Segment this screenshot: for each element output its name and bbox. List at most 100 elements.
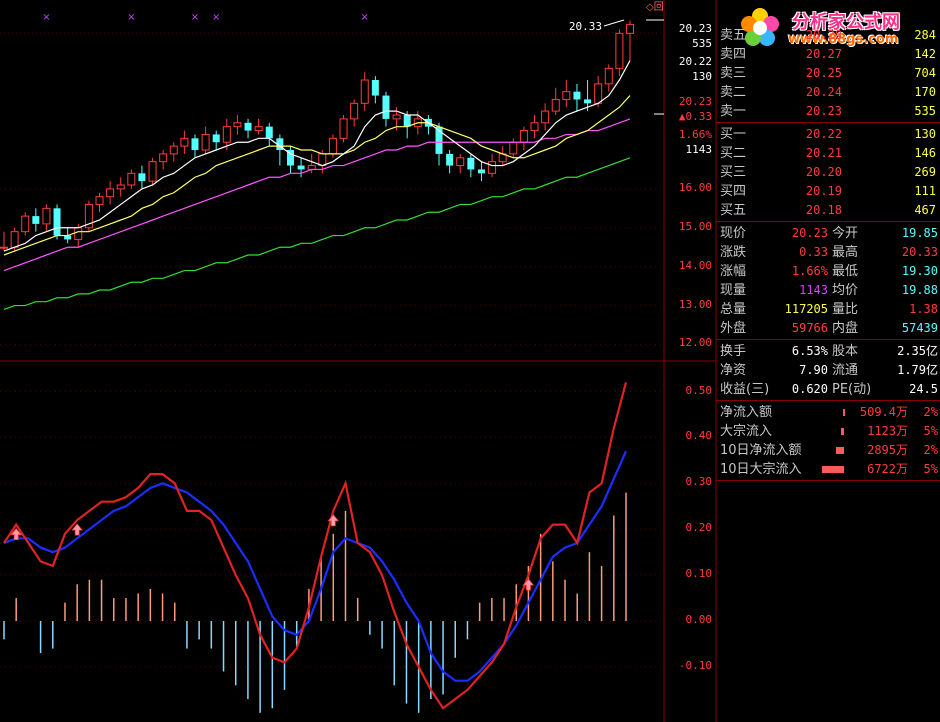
stat-value: 59766 xyxy=(791,321,828,335)
candle-body-down xyxy=(573,91,581,100)
fund-value: 7.90 xyxy=(799,363,828,377)
order-label: 买四 xyxy=(720,184,747,199)
order-book-sell-row[interactable]: 卖一 20.23 535 xyxy=(716,102,940,121)
order-label: 买五 xyxy=(720,203,747,218)
order-book-buy-row[interactable]: 买四 20.19 111 xyxy=(716,182,940,201)
flow-percent: 5% xyxy=(923,424,938,438)
fund-label: 净资 xyxy=(720,363,747,378)
candle-body-down xyxy=(53,208,61,236)
candle-body-down xyxy=(138,173,146,182)
indicator-axis-tick: 0.50 xyxy=(685,383,713,397)
candle-body-up xyxy=(318,153,327,167)
price-axis-label: 20.23 xyxy=(678,22,712,35)
stat-label: 量比 xyxy=(832,302,859,317)
indicator-axis-tick: 0.00 xyxy=(685,613,713,627)
order-volume: 704 xyxy=(914,66,936,80)
stat-label: 今开 xyxy=(832,226,859,241)
stats-row[interactable]: 涨跌 0.33 最高 20.33 xyxy=(716,243,940,262)
order-book-sell-row[interactable]: 卖五 20.28 284 xyxy=(716,26,940,45)
candle-body-up xyxy=(488,161,497,174)
fund-label: 股本 xyxy=(832,344,859,359)
candle-body-down xyxy=(467,157,475,170)
fundamentals-row[interactable]: 净资 7.90 流通 1.79亿 xyxy=(716,361,940,380)
order-label: 卖三 xyxy=(720,66,747,81)
indicator-axis-tick: 0.40 xyxy=(685,429,713,443)
flow-bar xyxy=(836,447,844,454)
candle-body-up xyxy=(116,184,125,190)
candle-body-up xyxy=(95,196,104,205)
stat-label: 总量 xyxy=(720,302,747,317)
order-book-divider xyxy=(716,122,940,123)
high-price-pointer xyxy=(603,19,625,27)
candle-body-up xyxy=(159,153,168,163)
candle-body-down xyxy=(584,99,592,104)
fundamentals-row[interactable]: 收益(三) 0.620 PE(动) 24.5 xyxy=(716,380,940,399)
candle-body-up xyxy=(0,246,8,249)
stat-value: 1143 xyxy=(799,283,828,297)
order-book-buy-row[interactable]: 买一 20.22 130 xyxy=(716,125,940,144)
candle-body-down xyxy=(297,165,305,170)
candle-body-down xyxy=(477,169,485,174)
fundamentals-row[interactable]: 换手 6.53% 股本 2.35亿 xyxy=(716,342,940,361)
stat-label: 内盘 xyxy=(832,321,859,336)
order-book-buy-row[interactable]: 买三 20.20 269 xyxy=(716,163,940,182)
candle-body-up xyxy=(551,98,560,112)
candle-body-down xyxy=(403,115,411,127)
candle-body-up xyxy=(530,122,539,132)
indicator-fast-line xyxy=(3,382,628,710)
top-marker: × xyxy=(127,12,135,23)
flow-label: 10日净流入额 xyxy=(720,443,802,458)
price-axis-label: 20.23 xyxy=(678,95,712,108)
candle-body-up xyxy=(360,79,369,104)
order-label: 买二 xyxy=(720,146,747,161)
candle-body-up xyxy=(21,215,30,233)
stat-value: 117205 xyxy=(784,302,828,316)
fundamentals-divider xyxy=(716,339,940,340)
stat-label: 最低 xyxy=(832,264,859,279)
candle-body-up xyxy=(594,83,603,104)
flow-label: 净流入额 xyxy=(720,405,773,420)
stats-row[interactable]: 现量 1143 均价 19.88 xyxy=(716,281,940,300)
flows-divider xyxy=(716,400,940,401)
order-book-buy-row[interactable]: 买五 20.18 467 xyxy=(716,201,940,220)
fund-flow-row[interactable]: 净流入额 509.4万 2% xyxy=(716,403,940,422)
candle-body-up xyxy=(456,157,465,167)
fund-flow-row[interactable]: 10日大宗流入 6722万 5% xyxy=(716,460,940,479)
candle-body-up xyxy=(222,126,231,143)
stats-row[interactable]: 现价 20.23 今开 19.85 xyxy=(716,224,940,243)
candle-body-up xyxy=(541,110,550,124)
fund-value: 1.79亿 xyxy=(897,363,938,377)
order-book-sell-row[interactable]: 卖二 20.24 170 xyxy=(716,83,940,102)
indicator-axis-tick: 0.10 xyxy=(685,567,713,581)
order-label: 卖五 xyxy=(720,28,747,43)
price-axis-label: ▲0.33 xyxy=(678,110,712,123)
buy-arrow-icon xyxy=(71,523,84,536)
price-axis-tick: 15.00 xyxy=(678,219,712,233)
stats-row[interactable]: 总量 117205 量比 1.38 xyxy=(716,300,940,319)
ma10-line xyxy=(3,95,631,256)
fund-value: 24.5 xyxy=(909,382,938,396)
fund-value: 0.620 xyxy=(791,382,828,396)
candle-body-down xyxy=(265,126,273,139)
candle-body-up xyxy=(604,67,613,85)
stat-label: 现量 xyxy=(720,283,747,298)
order-book-sell-row[interactable]: 卖三 20.25 704 xyxy=(716,64,940,83)
order-label: 买一 xyxy=(720,127,747,142)
price-axis-label: 1.66% xyxy=(678,128,712,141)
candle-body-up xyxy=(74,227,83,240)
order-price: 20.23 xyxy=(805,104,842,118)
fund-flow-row[interactable]: 10日净流入额 2895万 2% xyxy=(716,441,940,460)
stat-value: 57439 xyxy=(901,321,938,335)
stats-row[interactable]: 外盘 59766 内盘 57439 xyxy=(716,319,940,338)
stats-row[interactable]: 涨幅 1.66% 最低 19.30 xyxy=(716,262,940,281)
fund-label: 流通 xyxy=(832,363,859,378)
candle-body-up xyxy=(350,102,359,120)
candle-body-up xyxy=(392,114,401,120)
stat-value: 1.38 xyxy=(909,302,938,316)
order-price: 20.27 xyxy=(805,47,842,61)
order-book-sell-row[interactable]: 卖四 20.27 142 xyxy=(716,45,940,64)
flow-percent: 2% xyxy=(923,405,938,419)
fund-flow-row[interactable]: 大宗流入 1123万 5% xyxy=(716,422,940,441)
order-book-buy-row[interactable]: 买二 20.21 146 xyxy=(716,144,940,163)
stat-label: 均价 xyxy=(832,283,859,298)
